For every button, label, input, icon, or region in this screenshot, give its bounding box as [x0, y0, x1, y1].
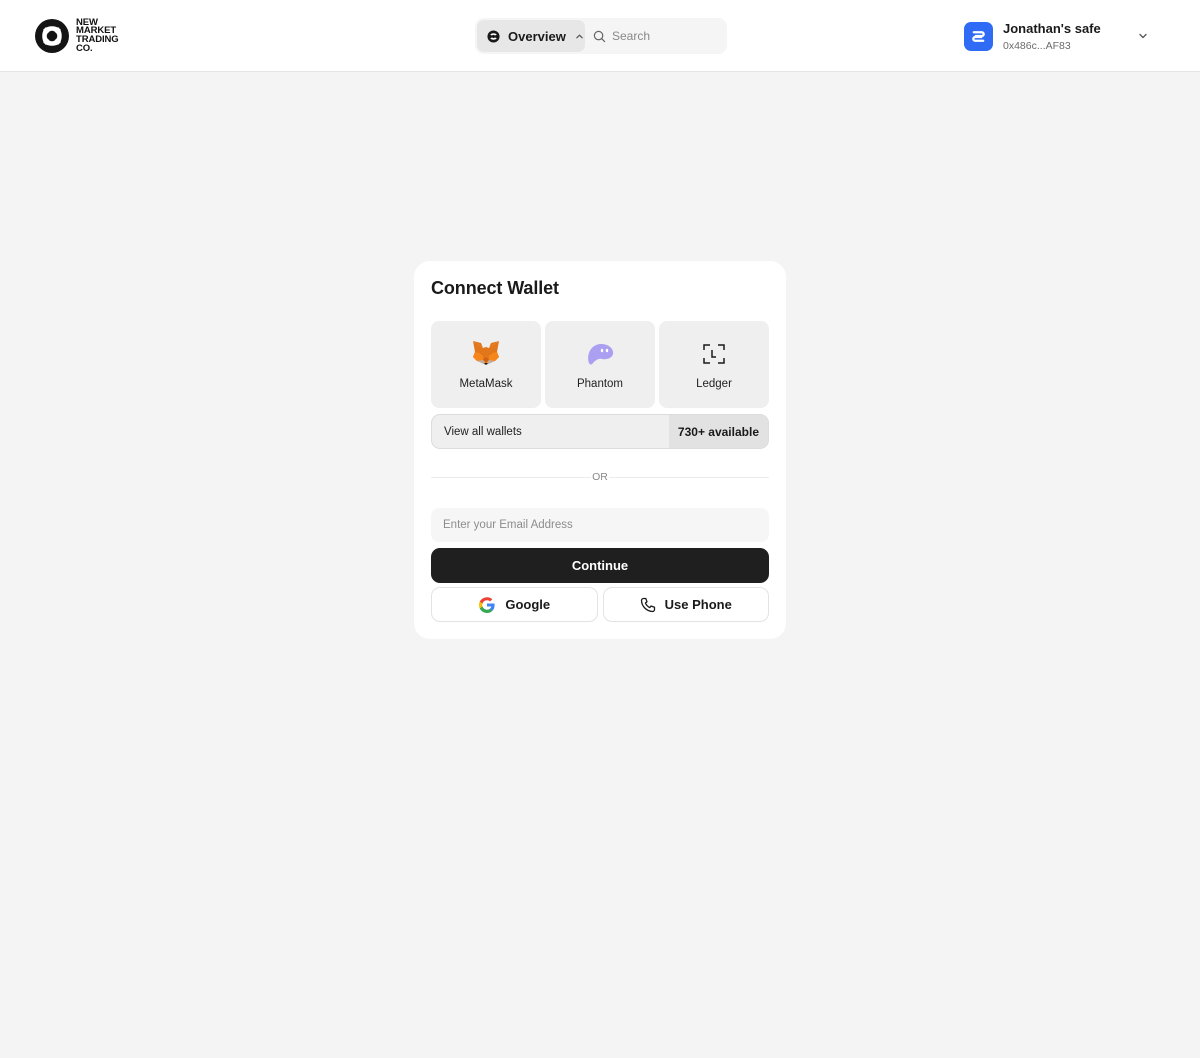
nav-group: Overview [475, 18, 727, 54]
company-logo[interactable]: NEW MARKET TRADING CO. [34, 17, 119, 55]
google-label: Google [505, 597, 551, 612]
wallet-label: Ledger [696, 378, 732, 390]
overview-logo-icon [487, 29, 500, 43]
wallet-option-metamask[interactable]: MetaMask [431, 321, 541, 408]
metamask-fox-icon [470, 339, 502, 369]
phone-icon [640, 597, 655, 612]
top-header: NEW MARKET TRADING CO. Overview Search J… [0, 0, 1200, 72]
account-name: Jonathan's safe [1003, 20, 1101, 36]
view-all-wallets-button[interactable]: View all wallets 730+ available [431, 414, 769, 449]
alt-login-row: Google Use Phone [431, 587, 769, 622]
phantom-ghost-icon [584, 339, 616, 369]
google-login-button[interactable]: Google [431, 587, 598, 622]
logo-wordmark: NEW MARKET TRADING CO. [76, 18, 119, 54]
wallet-option-phantom[interactable]: Phantom [545, 321, 655, 408]
chevron-down-icon [1139, 33, 1147, 39]
google-icon [479, 596, 495, 613]
wallet-options: MetaMask Phantom Ledger [431, 321, 769, 408]
use-phone-button[interactable]: Use Phone [602, 587, 769, 622]
account-text: Jonathan's safe 0x486c...AF83 [1003, 21, 1101, 52]
continue-button[interactable]: Continue [431, 548, 769, 583]
overview-dropdown[interactable]: Overview [477, 20, 585, 52]
or-divider: OR [431, 471, 769, 483]
search-icon [593, 30, 606, 42]
wallet-option-ledger[interactable]: Ledger [659, 321, 769, 408]
search-box [585, 20, 727, 52]
logo-mark-icon [35, 19, 69, 53]
search-input[interactable] [612, 29, 712, 43]
account-address: 0x486c...AF83 [1003, 39, 1071, 52]
overview-label: Overview [508, 28, 566, 44]
account-switcher[interactable]: Jonathan's safe 0x486c...AF83 [964, 17, 1154, 55]
or-text: OR [592, 471, 608, 483]
safe-avatar-icon [964, 21, 993, 51]
view-all-label: View all wallets [444, 425, 522, 438]
connect-wallet-card: Connect Wallet MetaMask Phantom Ledger V… [414, 261, 786, 639]
available-count-badge: 730+ available [668, 415, 768, 448]
email-field[interactable] [431, 508, 769, 542]
logo-line: CO. [76, 42, 93, 54]
card-title: Connect Wallet [431, 278, 559, 298]
chevron-up-icon [576, 34, 583, 38]
use-phone-label: Use Phone [664, 597, 732, 612]
wallet-label: Phantom [576, 378, 624, 390]
wallet-label: MetaMask [459, 378, 513, 390]
ledger-icon [698, 339, 730, 369]
